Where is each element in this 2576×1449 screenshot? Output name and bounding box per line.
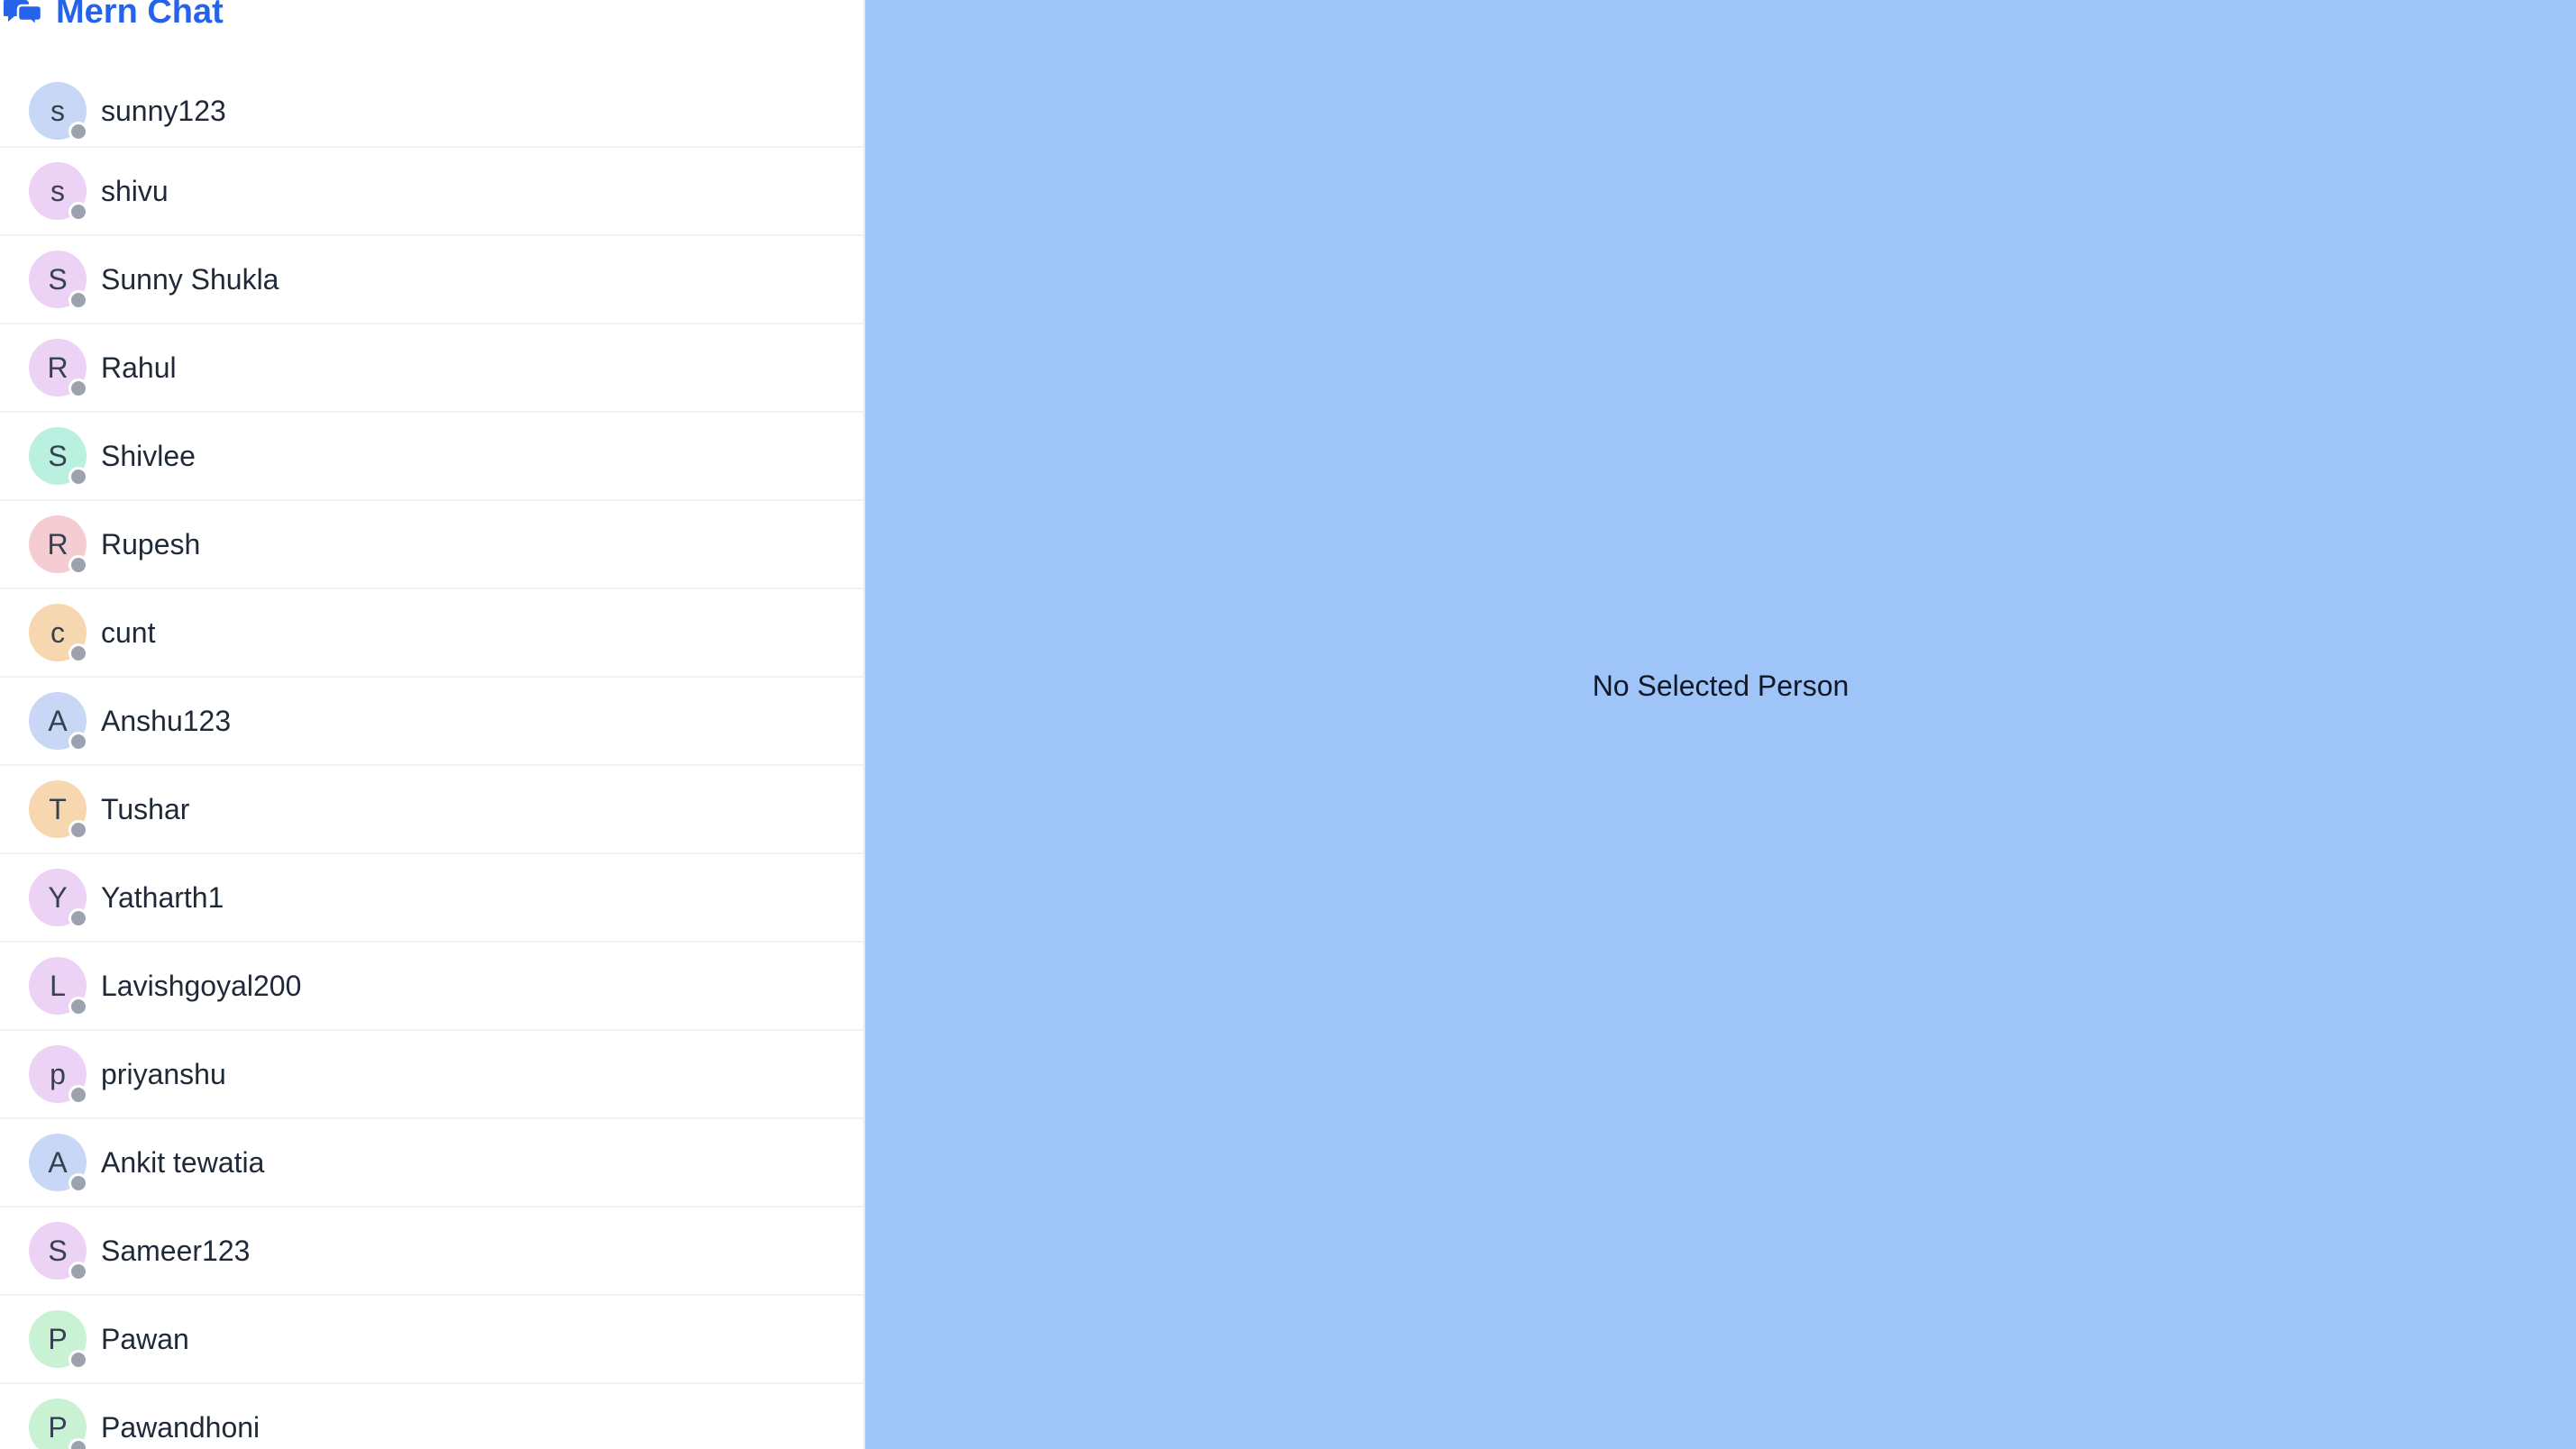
- contact-name: Pawandhoni: [101, 1410, 260, 1444]
- contacts-sidebar: Mern Chat s sunny123 s shivu S Sunny Shukla R R…: [0, 0, 865, 1449]
- avatar-initial: c: [50, 615, 65, 649]
- contact-item[interactable]: Y Yatharth1: [0, 854, 863, 943]
- contact-name: Yatharth1: [101, 880, 224, 914]
- avatar: A: [29, 692, 88, 752]
- offline-status-icon: [69, 1438, 88, 1449]
- contact-item[interactable]: p priyanshu: [0, 1031, 863, 1119]
- contact-item[interactable]: P Pawan: [0, 1296, 863, 1384]
- avatar: p: [29, 1045, 88, 1105]
- no-selection-message: No Selected Person: [1592, 670, 1850, 702]
- avatar-initial: Y: [48, 880, 68, 914]
- contact-name: sunny123: [101, 94, 226, 127]
- avatar: c: [29, 604, 88, 663]
- avatar-initial: S: [48, 439, 68, 472]
- contact-name: priyanshu: [101, 1057, 226, 1090]
- brand-title: Mern Chat: [56, 0, 224, 31]
- offline-status-icon: [69, 555, 88, 575]
- avatar-initial: P: [48, 1322, 68, 1355]
- contact-item[interactable]: T Tushar: [0, 766, 863, 854]
- contact-item[interactable]: s sunny123: [0, 76, 863, 148]
- avatar-initial: p: [50, 1057, 66, 1090]
- avatar-initial: R: [47, 527, 69, 560]
- avatar: S: [29, 1222, 88, 1281]
- contact-item[interactable]: R Rupesh: [0, 501, 863, 589]
- contact-name: shivu: [101, 174, 169, 207]
- avatar: S: [29, 251, 88, 310]
- offline-status-icon: [69, 997, 88, 1016]
- avatar-initial: S: [48, 1234, 68, 1267]
- contact-name: Anshu123: [101, 704, 232, 737]
- contact-name: Pawan: [101, 1322, 189, 1355]
- avatar-initial: A: [48, 704, 68, 737]
- contact-name: Ankit tewatia: [101, 1145, 265, 1179]
- contact-name: Sameer123: [101, 1234, 251, 1267]
- avatar: T: [29, 780, 88, 840]
- contact-name: cunt: [101, 615, 156, 649]
- contact-item[interactable]: R Rahul: [0, 324, 863, 413]
- contact-name: Rahul: [101, 351, 177, 384]
- avatar-initial: T: [49, 792, 67, 825]
- offline-status-icon: [69, 1173, 88, 1193]
- offline-status-icon: [69, 1350, 88, 1370]
- contact-name: Sunny Shukla: [101, 262, 279, 296]
- contact-list: s sunny123 s shivu S Sunny Shukla R Rahul S Shivl…: [0, 76, 863, 1449]
- offline-status-icon: [69, 820, 88, 840]
- avatar: R: [29, 515, 88, 575]
- offline-status-icon: [69, 732, 88, 752]
- contact-item[interactable]: A Ankit tewatia: [0, 1119, 863, 1208]
- brand-logo: Mern Chat: [0, 0, 863, 31]
- offline-status-icon: [69, 467, 88, 487]
- contact-item[interactable]: S Sunny Shukla: [0, 236, 863, 324]
- offline-status-icon: [69, 1262, 88, 1281]
- contact-item[interactable]: S Sameer123: [0, 1208, 863, 1296]
- offline-status-icon: [69, 122, 88, 141]
- contact-item[interactable]: S Shivlee: [0, 413, 863, 501]
- contact-name: Shivlee: [101, 439, 196, 472]
- avatar: A: [29, 1134, 88, 1193]
- avatar-initial: s: [50, 94, 65, 127]
- contact-item[interactable]: A Anshu123: [0, 678, 863, 766]
- avatar: s: [29, 162, 88, 222]
- avatar-initial: S: [48, 262, 68, 296]
- contact-name: Lavishgoyal200: [101, 969, 302, 1002]
- avatar: S: [29, 427, 88, 487]
- chat-panel: No Selected Person: [865, 0, 2576, 1449]
- avatar-initial: s: [50, 174, 65, 207]
- contact-item[interactable]: P Pawandhoni: [0, 1384, 863, 1449]
- avatar-initial: P: [48, 1410, 68, 1444]
- avatar: P: [29, 1310, 88, 1370]
- avatar: s: [29, 82, 88, 141]
- offline-status-icon: [69, 643, 88, 663]
- contact-item[interactable]: s shivu: [0, 148, 863, 236]
- offline-status-icon: [69, 378, 88, 398]
- contact-name: Rupesh: [101, 527, 201, 560]
- avatar-initial: A: [48, 1145, 68, 1179]
- avatar: Y: [29, 869, 88, 928]
- offline-status-icon: [69, 202, 88, 222]
- avatar: P: [29, 1399, 88, 1449]
- contact-item[interactable]: L Lavishgoyal200: [0, 943, 863, 1031]
- contact-name: Tushar: [101, 792, 190, 825]
- avatar-initial: R: [47, 351, 69, 384]
- offline-status-icon: [69, 290, 88, 310]
- chat-app: Mern Chat s sunny123 s shivu S Sunny Shukla R R…: [0, 0, 2576, 1449]
- avatar: L: [29, 957, 88, 1016]
- avatar: R: [29, 339, 88, 398]
- offline-status-icon: [69, 1085, 88, 1105]
- offline-status-icon: [69, 908, 88, 928]
- contact-item[interactable]: c cunt: [0, 589, 863, 678]
- avatar-initial: L: [50, 969, 66, 1002]
- chat-bubbles-icon: [4, 0, 43, 25]
